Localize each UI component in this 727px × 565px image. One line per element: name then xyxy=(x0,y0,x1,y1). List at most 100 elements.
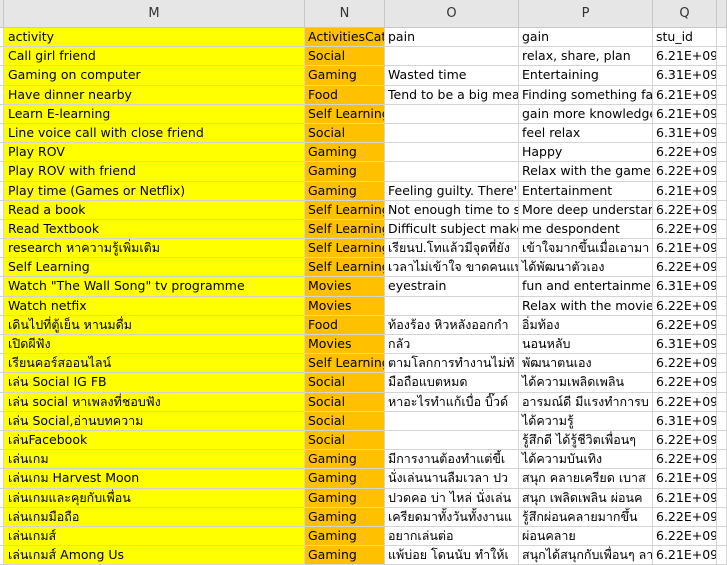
header-cell-gain[interactable]: gain xyxy=(519,28,653,48)
cell-pain[interactable] xyxy=(385,47,519,67)
cell-category[interactable]: Movies xyxy=(305,296,385,316)
cell-stu-id[interactable]: 6.22E+09 xyxy=(653,296,717,316)
cell-next[interactable] xyxy=(717,239,727,259)
cell-next[interactable] xyxy=(717,277,727,297)
cell-next[interactable] xyxy=(717,488,727,508)
cell-next[interactable] xyxy=(717,181,727,201)
cell-stu-id[interactable]: 6.21E+09 xyxy=(653,239,717,259)
cell-next[interactable] xyxy=(717,85,727,105)
cell-stu-id[interactable]: 6.21E+09 xyxy=(653,488,717,508)
cell-pain[interactable]: Not enough time to su xyxy=(385,200,519,220)
cell-pain[interactable]: Feeling guilty. There's a xyxy=(385,181,519,201)
cell-activity[interactable]: เล่นเกมส์ xyxy=(4,526,305,547)
cell-next[interactable] xyxy=(717,28,727,48)
cell-stu-id[interactable]: 6.22E+09 xyxy=(653,430,717,451)
header-cell-stu-id[interactable]: stu_id xyxy=(653,28,717,48)
cell-activity[interactable]: Watch netfix xyxy=(4,296,305,316)
cell-activity[interactable]: Watch "The Wall Song" tv programme xyxy=(4,277,305,297)
cell-activity[interactable]: Gaming on computer xyxy=(4,66,305,86)
cell-pain[interactable]: ปวดคอ บ่า ไหล่ นั่งเล่น xyxy=(385,488,519,508)
cell-gain[interactable]: feel relax xyxy=(519,123,653,144)
cell-pain[interactable]: Tend to be a big meal w xyxy=(385,85,519,105)
cell-category[interactable]: Social xyxy=(305,47,385,67)
cell-category[interactable]: Gaming xyxy=(305,526,385,547)
cell-activity[interactable]: เดินไปที่ตู้เย็น หานมดื่ม xyxy=(4,315,305,335)
cell-category[interactable]: Gaming xyxy=(305,450,385,470)
cell-pain[interactable]: eyestrain xyxy=(385,277,519,297)
cell-gain[interactable]: ได้พัฒนาตัวเอง xyxy=(519,258,653,278)
cell-stu-id[interactable]: 6.31E+09 xyxy=(653,123,717,144)
column-header-next[interactable] xyxy=(717,0,727,27)
cell-gain[interactable]: Finding something fanc xyxy=(519,85,653,105)
cell-stu-id[interactable]: 6.22E+09 xyxy=(653,315,717,335)
cell-activity[interactable]: Read Textbook xyxy=(4,219,305,240)
cell-activity[interactable]: เปิดผีฟัง xyxy=(4,335,305,355)
cell-category[interactable]: Gaming xyxy=(305,469,385,489)
column-header-q[interactable]: Q xyxy=(653,0,717,27)
cell-category[interactable]: Gaming xyxy=(305,66,385,86)
cell-next[interactable] xyxy=(717,354,727,374)
cell-next[interactable] xyxy=(717,546,727,565)
cell-activity[interactable]: เล่นเกมมือถือ xyxy=(4,507,305,527)
cell-stu-id[interactable]: 6.22E+09 xyxy=(653,354,717,374)
cell-next[interactable] xyxy=(717,66,727,86)
cell-stu-id[interactable]: 6.22E+09 xyxy=(653,162,717,182)
cell-pain[interactable] xyxy=(385,430,519,451)
cell-stu-id[interactable]: 6.31E+09 xyxy=(653,277,717,297)
cell-next[interactable] xyxy=(717,392,727,412)
cell-category[interactable]: Social xyxy=(305,373,385,393)
cell-gain[interactable]: ได้ความบันเทิง xyxy=(519,450,653,470)
cell-next[interactable] xyxy=(717,123,727,144)
cell-pain[interactable]: หาอะไรทำแก้เบื่อ บิ๊วด์ xyxy=(385,392,519,412)
cell-activity[interactable]: เล่นเกม xyxy=(4,450,305,470)
cell-stu-id[interactable]: 6.22E+09 xyxy=(653,450,717,470)
cell-stu-id[interactable]: 6.22E+09 xyxy=(653,373,717,393)
header-cell-activity[interactable]: activity xyxy=(4,28,305,48)
cell-next[interactable] xyxy=(717,315,727,335)
cell-pain[interactable]: ตามโลกการทำงานไม่ทั xyxy=(385,354,519,374)
cell-stu-id[interactable]: 6.21E+09 xyxy=(653,85,717,105)
cell-category[interactable]: Gaming xyxy=(305,143,385,163)
cell-pain[interactable] xyxy=(385,296,519,316)
header-cell-category[interactable]: ActivitiesCat xyxy=(305,28,385,48)
cell-pain[interactable]: กลัว xyxy=(385,335,519,355)
column-header-o[interactable]: O xyxy=(385,0,519,27)
cell-activity[interactable]: Learn E-learning xyxy=(4,104,305,124)
cell-activity[interactable]: เรียนคอร์สออนไลน์ xyxy=(4,354,305,374)
cell-stu-id[interactable]: 6.22E+09 xyxy=(653,258,717,278)
cell-gain[interactable]: fun and entertainment xyxy=(519,277,653,297)
cell-activity[interactable]: เล่น Social IG FB xyxy=(4,373,305,393)
cell-category[interactable]: Gaming xyxy=(305,488,385,508)
column-header-p[interactable]: P xyxy=(519,0,653,27)
cell-next[interactable] xyxy=(717,430,727,451)
cell-pain[interactable]: อยากเล่นต่อ xyxy=(385,526,519,547)
cell-pain[interactable]: แพ้บ่อย โดนนับ ทำให้เ xyxy=(385,546,519,565)
cell-stu-id[interactable]: 6.22E+09 xyxy=(653,200,717,220)
cell-gain[interactable]: สนุก เพลิดเพลิน ผ่อนค xyxy=(519,488,653,508)
cell-pain[interactable]: มือถือแบตหมด xyxy=(385,373,519,393)
cell-activity[interactable]: research หาความรู้เพิ่มเติม xyxy=(4,239,305,259)
cell-activity[interactable]: Line voice call with close friend xyxy=(4,123,305,144)
cell-next[interactable] xyxy=(717,373,727,393)
cell-stu-id[interactable]: 6.22E+09 xyxy=(653,392,717,412)
cell-gain[interactable]: รู้สึกดี ได้รู้ชีวิตเพื่อนๆ xyxy=(519,430,653,451)
cell-category[interactable]: Food xyxy=(305,315,385,335)
cell-pain[interactable]: Wasted time xyxy=(385,66,519,86)
cell-category[interactable]: Self Learning xyxy=(305,354,385,374)
cell-next[interactable] xyxy=(717,258,727,278)
cell-activity[interactable]: Read a book xyxy=(4,200,305,220)
cell-category[interactable]: Gaming xyxy=(305,181,385,201)
cell-next[interactable] xyxy=(717,219,727,240)
cell-stu-id[interactable]: 6.22E+09 xyxy=(653,143,717,163)
cell-pain[interactable]: เวลาไม่เข้าใจ ขาดคนแน xyxy=(385,258,519,278)
cell-category[interactable]: Social xyxy=(305,123,385,144)
cell-activity[interactable]: เล่นFacebook xyxy=(4,430,305,451)
cell-category[interactable]: Self Learning xyxy=(305,239,385,259)
cell-category[interactable]: Self Learning xyxy=(305,104,385,124)
cell-gain[interactable]: ผ่อนคลาย xyxy=(519,526,653,547)
cell-stu-id[interactable]: 6.31E+09 xyxy=(653,66,717,86)
cell-gain[interactable]: relax, share, plan xyxy=(519,47,653,67)
cell-stu-id[interactable]: 6.31E+09 xyxy=(653,411,717,431)
cell-category[interactable]: Self Learning xyxy=(305,200,385,220)
cell-pain[interactable]: นั่งเล่นนานลืมเวลา ปว xyxy=(385,469,519,489)
